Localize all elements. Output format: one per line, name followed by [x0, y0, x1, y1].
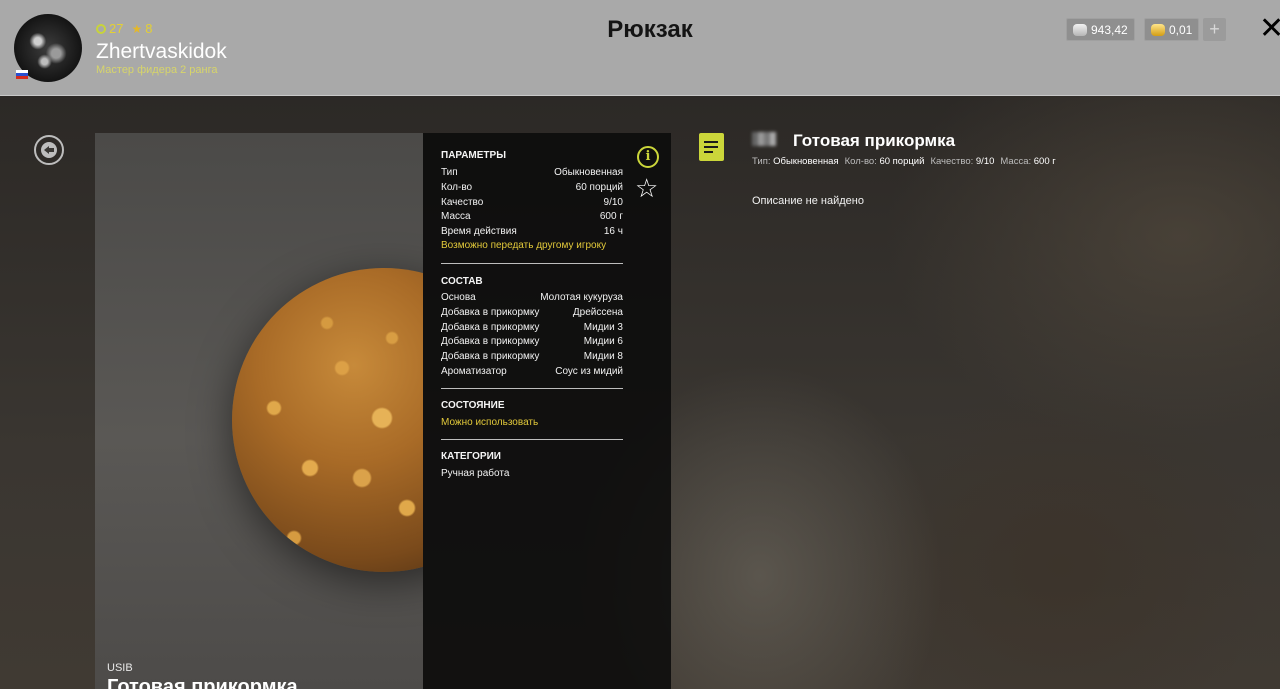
silver-amount: 943,42 [1091, 22, 1128, 37]
param-label: Кол-во [441, 182, 473, 193]
meta-item: Масса: 600 г [1000, 156, 1055, 167]
params-title: ПАРАМЕТРЫ [441, 150, 506, 161]
composition-value: Мидии 6 [583, 336, 623, 347]
meta-key: Тип: [752, 156, 771, 167]
composition-row: Основа Молотая кукуруза [441, 292, 623, 304]
divider [441, 439, 623, 440]
composition-row: Добавка в прикормку Мидии 8 [441, 351, 623, 363]
meta-key: Масса: [1000, 156, 1032, 167]
meta-key: Кол-во: [844, 156, 877, 167]
russia-flag-icon [16, 70, 28, 79]
param-row: Масса 600 г [441, 211, 623, 223]
meta-item: Кол-во: 60 порций [845, 156, 925, 167]
divider [441, 263, 623, 264]
composition-row: Добавка в прикормку Мидии 3 [441, 322, 623, 334]
item-name: Готовая прикормка [107, 676, 298, 689]
composition-value: Дрейссена [572, 307, 623, 318]
close-button[interactable]: ✕ [1259, 14, 1280, 44]
param-value: 600 г [599, 211, 623, 222]
composition-label: Добавка в прикормку [441, 336, 540, 347]
composition-label: Добавка в прикормку [441, 322, 540, 333]
composition-label: Добавка в прикормку [441, 307, 540, 318]
info-icon[interactable]: i [637, 146, 659, 168]
item-description: Описание не найдено [752, 195, 864, 207]
param-label: Время действия [441, 226, 517, 237]
param-row: Время действия 16 ч [441, 226, 623, 238]
composition-value: Молотая кукуруза [540, 292, 623, 303]
composition-title: СОСТАВ [441, 276, 483, 287]
silver-coin-icon [1073, 23, 1087, 36]
meta-value: 60 порций [879, 156, 925, 167]
meta-value: Обыкновенная [773, 156, 839, 167]
player-rank: Мастер фидера 2 ранга [96, 64, 218, 76]
param-row: Кол-во 60 порций [441, 182, 623, 194]
meta-value: 9/10 [975, 156, 995, 167]
divider [441, 388, 623, 389]
param-label: Качество [441, 197, 484, 208]
param-label: Тип [441, 167, 458, 178]
composition-row: Добавка в прикормку Дрейссена [441, 307, 623, 319]
param-value: 9/10 [603, 197, 623, 208]
composition-label: Основа [441, 292, 476, 303]
gold-amount: 0,01 [1169, 22, 1193, 37]
meta-value: 600 г [1033, 156, 1056, 167]
detail-title: Готовая прикормка [793, 131, 956, 150]
state-title: СОСТОЯНИЕ [441, 400, 505, 411]
param-row: Качество 9/10 [441, 197, 623, 209]
back-button[interactable] [34, 135, 64, 165]
meta-item: Качество: 9/10 [930, 156, 994, 167]
composition-row: Добавка в прикормку Мидии 6 [441, 336, 623, 348]
composition-row: Ароматизатор Соус из мидий [441, 366, 623, 378]
silver-balance: 943,42 [1066, 18, 1135, 41]
item-info-panel: i ☆ ПАРАМЕТРЫ Тип Обыкновенная Кол-во 60… [423, 133, 671, 689]
meta-item: Тип: Обыкновенная [752, 156, 839, 167]
transfer-note: Возможно передать другому игроку [441, 240, 607, 251]
param-value: 16 ч [603, 226, 623, 237]
item-type-icon [752, 132, 776, 146]
detail-meta: Тип: Обыкновенная Кол-во: 60 порций Каче… [752, 156, 1056, 167]
state-value: Можно использовать [441, 417, 539, 428]
favorite-star-icon[interactable]: ☆ [635, 175, 658, 201]
composition-label: Ароматизатор [441, 366, 507, 377]
composition-label: Добавка в прикормку [441, 351, 540, 362]
item-brand: USIB [107, 662, 133, 674]
param-label: Масса [441, 211, 471, 222]
add-gold-button[interactable]: + [1203, 18, 1226, 41]
header-bar: 27 ★ 8 Zhertvaskidok Мастер фидера 2 ран… [0, 0, 1280, 96]
item-preview: USIB Готовая прикормка [95, 133, 423, 689]
gold-balance: 0,01 [1144, 18, 1200, 41]
back-arrow-icon [41, 142, 57, 158]
meta-key: Качество: [930, 156, 974, 167]
groundbait-ball-image [232, 268, 423, 572]
category-value: Ручная работа [441, 468, 510, 479]
composition-value: Мидии 3 [583, 322, 623, 333]
param-row: Тип Обыкновенная [441, 167, 623, 179]
composition-value: Мидии 8 [583, 351, 623, 362]
composition-value: Соус из мидий [555, 366, 623, 377]
gold-coin-icon [1151, 23, 1165, 36]
categories-title: КАТЕГОРИИ [441, 451, 501, 462]
param-value: 60 порций [575, 182, 623, 193]
param-value: Обыкновенная [554, 167, 623, 178]
note-icon [699, 133, 724, 161]
